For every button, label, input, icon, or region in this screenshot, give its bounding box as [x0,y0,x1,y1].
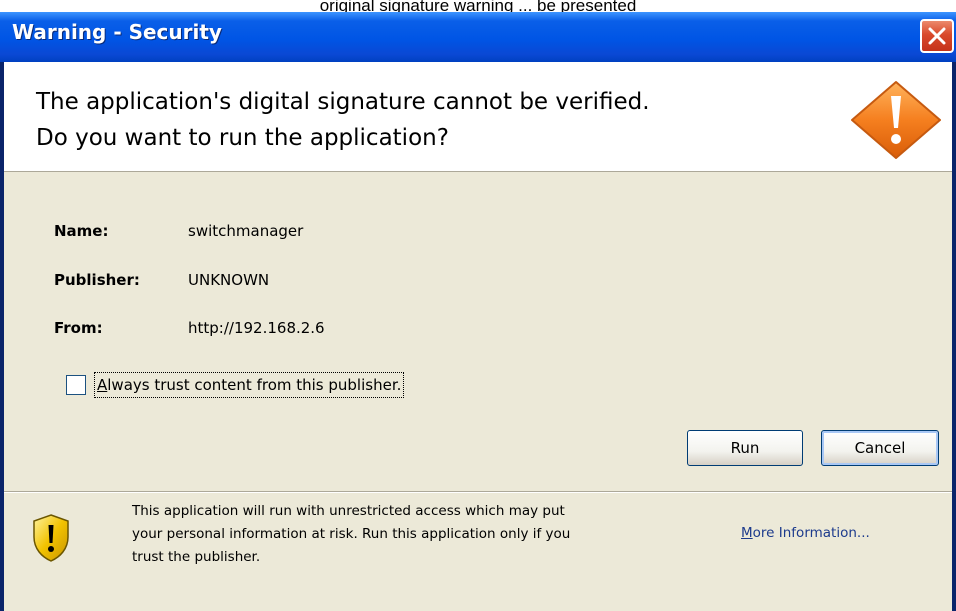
close-button[interactable] [920,19,954,53]
publisher-label: Publisher: [54,271,140,289]
header-panel: The application's digital signature cann… [4,62,952,172]
cancel-button[interactable]: Cancel [821,430,939,466]
always-trust-checkbox[interactable] [66,375,86,395]
from-value: http://192.168.2.6 [188,319,325,337]
footer-divider [4,491,952,493]
always-trust-label-text: lways trust content from this publisher. [107,376,402,394]
more-information-link[interactable]: More Information... [741,522,870,545]
always-trust-label[interactable]: Always trust content from this publisher… [94,372,405,398]
always-trust-mnemonic: A [97,376,108,394]
from-label: From: [54,319,103,337]
headline-line-1: The application's digital signature cann… [36,89,650,115]
name-value: switchmanager [188,222,304,240]
close-icon [928,27,946,45]
risk-message-line-1: This application will run with unrestric… [132,503,565,519]
warning-diamond-icon [851,81,941,159]
window-title: Warning - Security [12,20,222,44]
risk-message-line-2: your personal information at risk. Run t… [132,526,571,542]
publisher-value: UNKNOWN [188,271,270,289]
dialog-body: The application's digital signature cann… [4,62,952,611]
risk-message: This application will run with unrestric… [132,500,692,569]
headline-line-2: Do you want to run the application? [36,125,449,151]
run-button[interactable]: Run [687,430,803,466]
shield-warning-icon [33,514,69,562]
risk-message-line-3: trust the publisher. [132,549,261,565]
title-bar[interactable]: Warning - Security [0,12,956,62]
name-label: Name: [54,222,109,240]
more-information-text: ore Information... [752,525,870,541]
more-information-mnemonic: M [741,525,753,541]
security-warning-dialog: Warning - Security The application's dig… [0,12,956,611]
headline: The application's digital signature cann… [36,84,650,156]
